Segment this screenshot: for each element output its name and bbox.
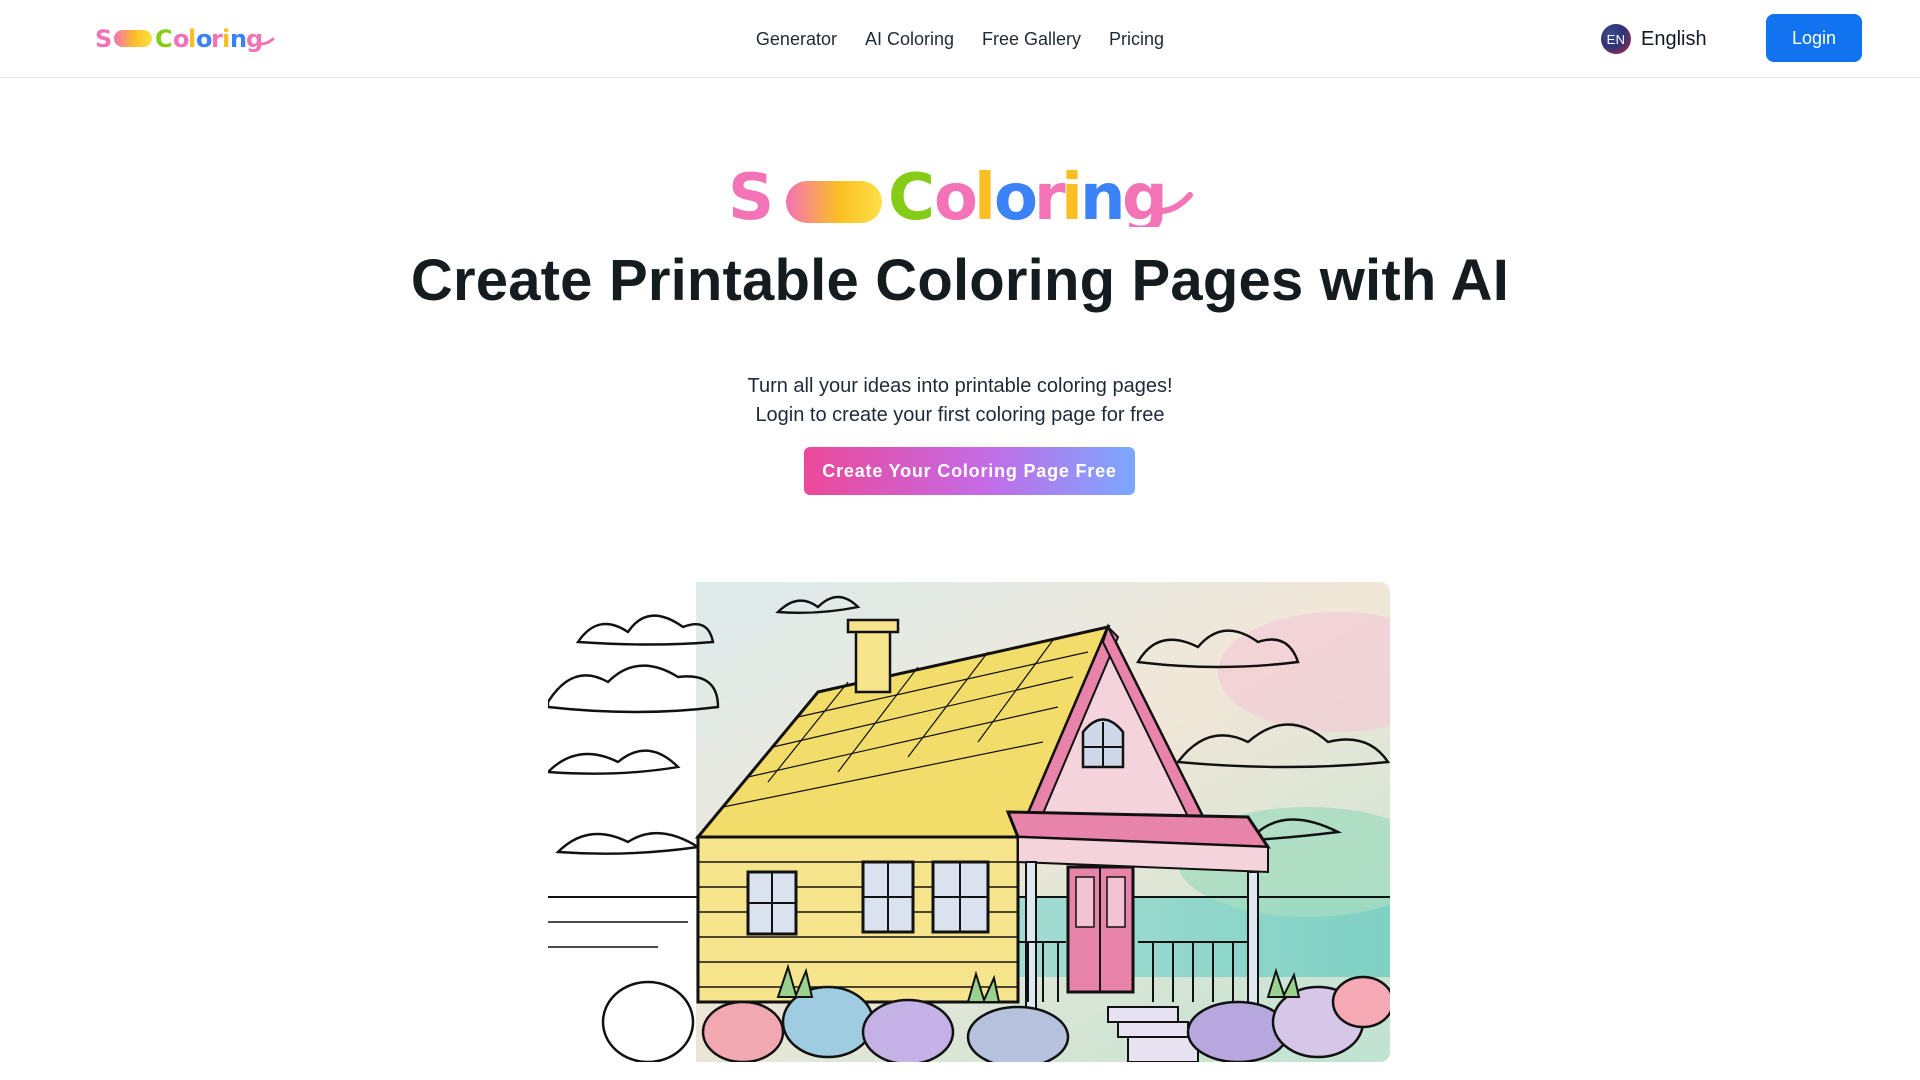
nav-pricing[interactable]: Pricing: [1109, 27, 1164, 51]
site-header: S C o l o r i n g Generator AI Coloring …: [0, 0, 1920, 78]
nav-ai-coloring[interactable]: AI Coloring: [865, 27, 954, 51]
svg-text:o: o: [934, 165, 978, 227]
subtitle-line: Login to create your first coloring page…: [755, 404, 1165, 426]
create-coloring-page-button[interactable]: Create Your Coloring Page Free: [804, 447, 1135, 495]
svg-text:g: g: [1122, 165, 1168, 227]
nav-free-gallery[interactable]: Free Gallery: [982, 27, 1081, 51]
house-coloring-illustration: [548, 582, 1390, 1062]
hero-subtitle: Turn all your ideas into printable color…: [0, 372, 1920, 430]
hero-logo-icon: S C o l o r i n g: [728, 161, 1193, 235]
house-coloring-page-icon: [548, 582, 1390, 1062]
nav-generator[interactable]: Generator: [756, 27, 837, 51]
svg-text:n: n: [1080, 165, 1126, 227]
hero-logo: S C o l o r i n g: [728, 161, 1208, 235]
subtitle-line: Turn all your ideas into printable color…: [747, 375, 1173, 397]
svg-text:l: l: [974, 165, 996, 227]
svg-text:C: C: [888, 165, 935, 227]
svg-text:o: o: [994, 165, 1038, 227]
svg-text:S: S: [728, 165, 774, 227]
language-label: English: [1641, 27, 1707, 50]
page-title: Create Printable Coloring Pages with AI: [410, 248, 1510, 313]
login-button[interactable]: Login: [1766, 14, 1862, 62]
language-selector[interactable]: EN English: [1601, 23, 1707, 55]
language-flag-icon: EN: [1601, 24, 1631, 54]
